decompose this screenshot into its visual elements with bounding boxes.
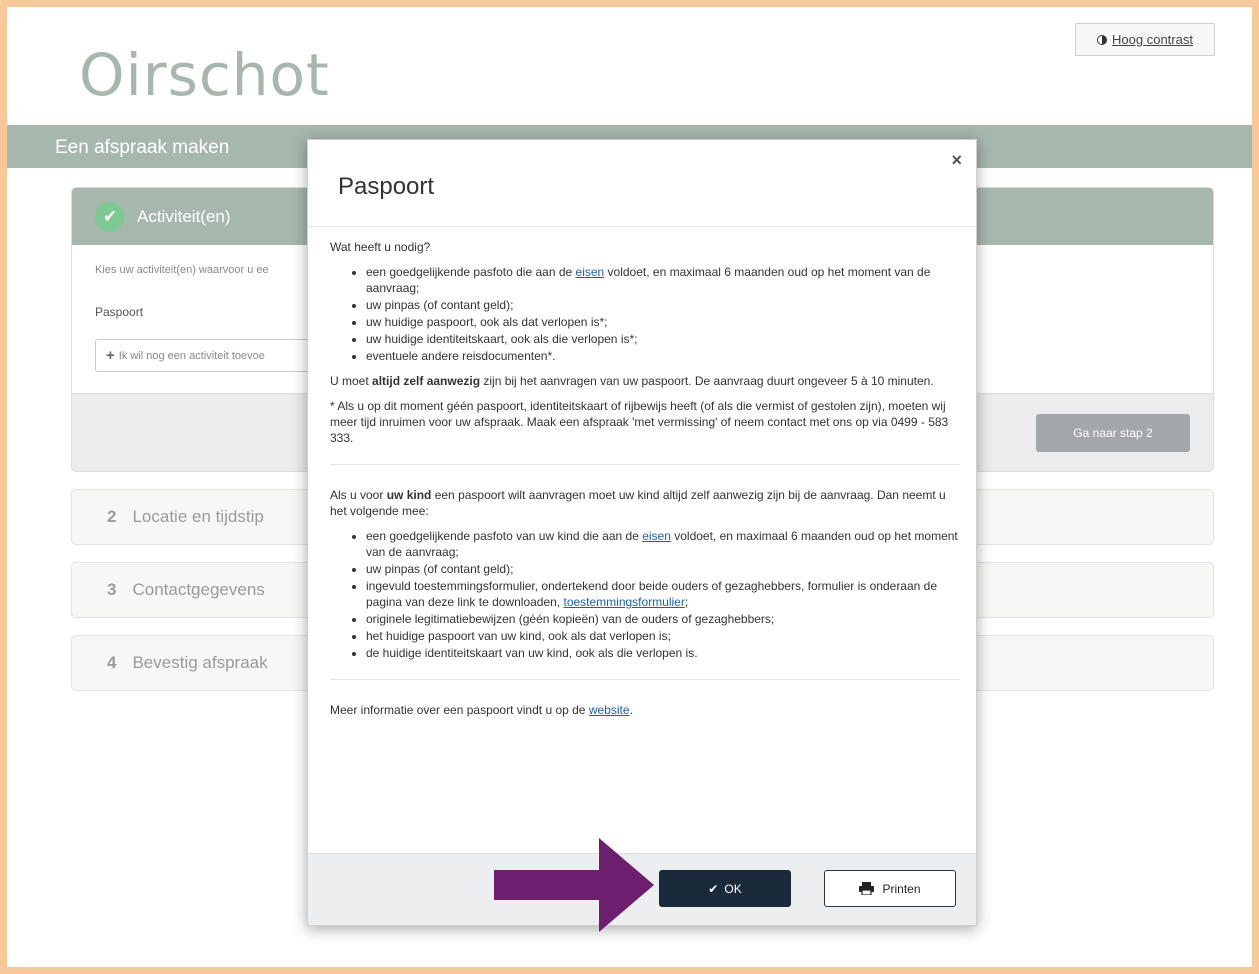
- child-text: Als u voor uw kind een paspoort wilt aan…: [330, 487, 960, 519]
- note-text: * Als u op dit moment géén paspoort, ide…: [330, 399, 949, 445]
- list-item-text: ;: [684, 595, 689, 609]
- print-button[interactable]: Printen: [824, 870, 956, 907]
- step1-title: Activiteit(en): [137, 206, 231, 226]
- list-item: uw pinpas (of contant geld);: [366, 561, 960, 577]
- printer-icon: [859, 882, 875, 895]
- step-label: Contactgegevens: [132, 580, 265, 599]
- list-item: originele legitimatiebewijzen (géén kopi…: [366, 611, 960, 627]
- step-label: Locatie en tijdstip: [132, 507, 264, 526]
- dialog-title: Paspoort: [338, 173, 435, 200]
- list-item: ingevuld toestemmingsformulier, ondertek…: [366, 578, 960, 610]
- step-label: Bevestig afspraak: [132, 653, 268, 672]
- text: zijn bij het aanvragen van uw paspoort. …: [480, 374, 934, 388]
- passport-dialog: × Paspoort Wat heeft u nodig? een goedge…: [307, 139, 977, 926]
- requirements-list: een goedgelijkende pasfoto die aan de ei…: [366, 264, 960, 364]
- list-item: uw pinpas (of contant geld);: [366, 297, 960, 313]
- add-activity-label: Ik wil nog een activiteit toevoe: [118, 349, 265, 362]
- plus-icon: +: [106, 347, 115, 364]
- consent-form-link[interactable]: toestemmingsformulier: [563, 595, 684, 609]
- dialog-body: Wat heeft u nodig? een goedgelijkende pa…: [330, 239, 960, 727]
- contrast-icon: [1097, 34, 1108, 45]
- list-item-text: een goedgelijkende pasfoto die aan de: [366, 265, 576, 279]
- divider: [330, 464, 960, 465]
- text: .: [629, 703, 633, 717]
- list-item: uw huidige identiteitskaart, ook als die…: [366, 331, 960, 347]
- website-link[interactable]: website: [589, 703, 630, 717]
- list-item: het huidige paspoort van uw kind, ook al…: [366, 628, 960, 644]
- logo[interactable]: Oirschot: [79, 41, 330, 109]
- list-item: eventuele andere reisdocumenten*.: [366, 348, 960, 364]
- divider: [308, 226, 976, 227]
- step-number: 2: [107, 507, 117, 526]
- requirements-link[interactable]: eisen: [642, 529, 671, 543]
- check-icon: ✔: [708, 881, 719, 896]
- presence-text: U moet altijd zelf aanwezig zijn bij het…: [330, 373, 960, 389]
- selected-activity: Paspoort: [95, 305, 144, 319]
- bold-text: altijd zelf aanwezig: [372, 374, 481, 388]
- text: U moet: [330, 374, 373, 388]
- close-icon[interactable]: ×: [951, 150, 962, 171]
- ok-label: OK: [724, 881, 742, 896]
- list-item: uw huidige paspoort, ook als dat verlope…: [366, 314, 960, 330]
- next-step-button[interactable]: Ga naar stap 2: [1036, 414, 1190, 452]
- list-item-text: een goedgelijkende pasfoto van uw kind d…: [366, 529, 643, 543]
- step1-intro: Kies uw activiteit(en) waarvoor u ee: [95, 264, 269, 276]
- intro-text: Wat heeft u nodig?: [330, 240, 431, 254]
- divider: [330, 679, 960, 680]
- child-requirements-list: een goedgelijkende pasfoto van uw kind d…: [366, 528, 960, 661]
- annotation-arrow: [494, 838, 654, 932]
- text: Als u voor: [330, 488, 387, 502]
- requirements-link[interactable]: eisen: [576, 265, 605, 279]
- high-contrast-button[interactable]: Hoog contrast: [1075, 23, 1215, 56]
- step-number: 4: [107, 653, 117, 672]
- ok-button[interactable]: ✔ OK: [659, 870, 791, 907]
- check-icon: ✔: [95, 201, 125, 232]
- print-label: Printen: [882, 881, 921, 896]
- more-info-text: Meer informatie over een paspoort vindt …: [330, 702, 960, 718]
- high-contrast-label: Hoog contrast: [1112, 32, 1193, 47]
- bold-text: uw kind: [386, 488, 432, 502]
- list-item: een goedgelijkende pasfoto van uw kind d…: [366, 528, 960, 560]
- text: Meer informatie over een paspoort vindt …: [330, 703, 589, 717]
- list-item: de huidige identiteitskaart van uw kind,…: [366, 645, 960, 661]
- list-item: een goedgelijkende pasfoto die aan de ei…: [366, 264, 960, 296]
- step-number: 3: [107, 580, 117, 599]
